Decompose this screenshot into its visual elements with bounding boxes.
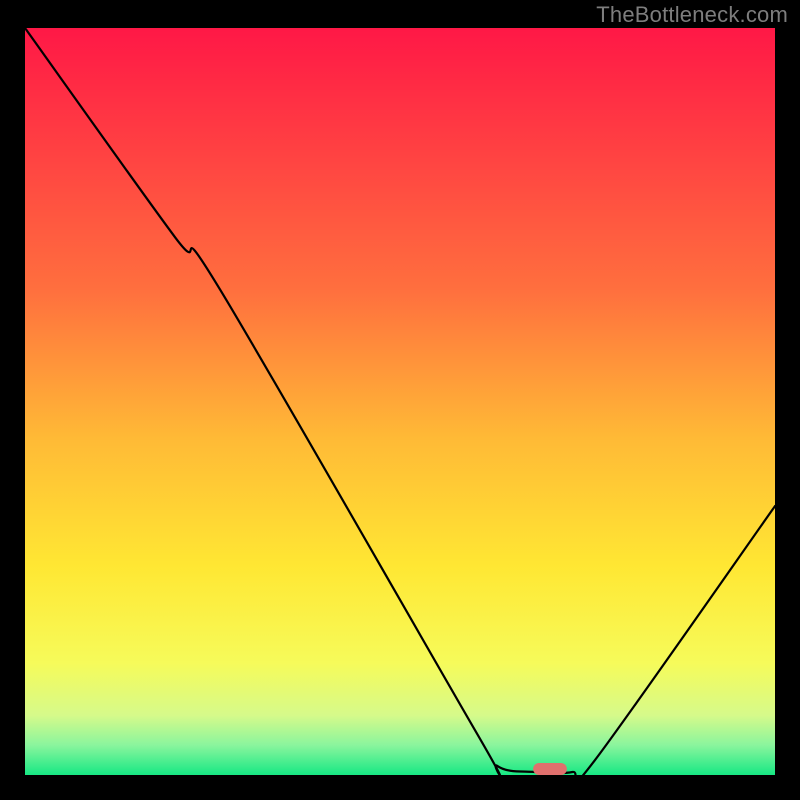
outer-frame: TheBottleneck.com	[0, 0, 800, 800]
optimum-marker	[533, 763, 567, 775]
watermark-text: TheBottleneck.com	[596, 2, 788, 28]
chart-svg	[25, 28, 775, 775]
chart-area	[25, 28, 775, 775]
gradient-background	[25, 28, 775, 775]
